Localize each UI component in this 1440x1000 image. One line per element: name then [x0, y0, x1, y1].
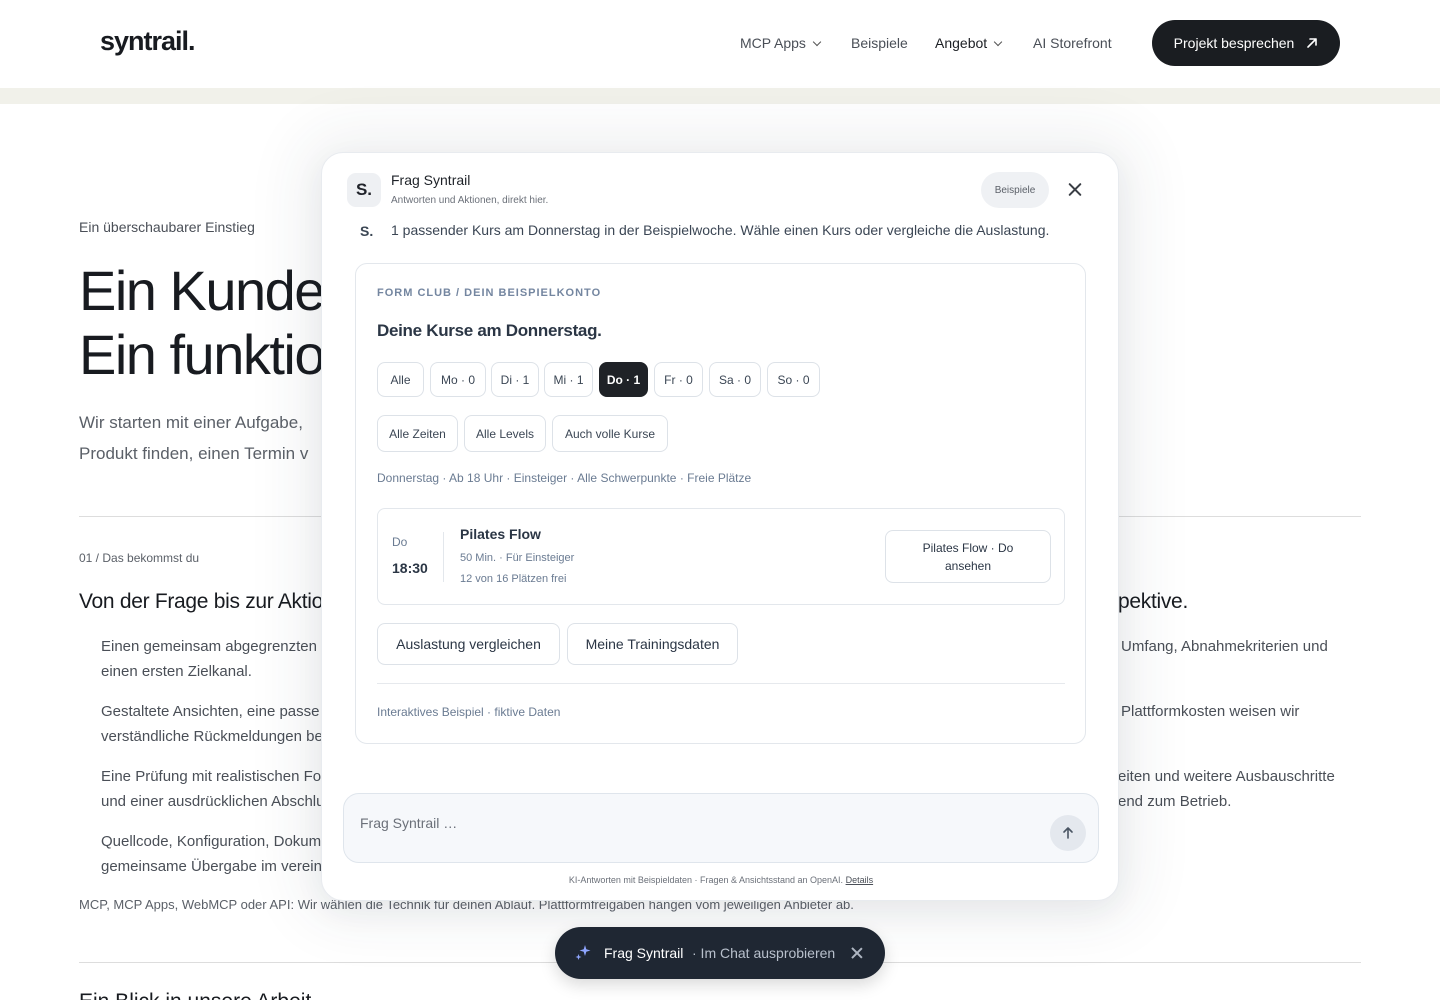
course-availability: 12 von 16 Plätzen frei [460, 573, 567, 585]
course-card: FORM CLUB / DEIN BEISPIELKONTO Deine Kur… [355, 263, 1086, 744]
view-course-button[interactable]: Pilates Flow · Do ansehen [885, 530, 1051, 583]
hero-title-line-2: Ein funktion [79, 323, 355, 386]
compare-occupancy-button[interactable]: Auslastung vergleichen [377, 623, 560, 665]
list-item: eiten und weitere Ausbauschritte [1118, 768, 1335, 785]
filter-summary: Donnerstag · Ab 18 Uhr · Einsteiger · Al… [377, 471, 752, 485]
card-footer: Interaktives Beispiel · fiktive Daten [377, 705, 561, 719]
details-link[interactable]: Details [846, 875, 874, 885]
hero-lead-line-1: Wir starten mit einer Aufgabe, [79, 413, 303, 432]
hero-title-line-1: Ein Kunden [79, 259, 355, 322]
training-data-button[interactable]: Meine Trainingsdaten [567, 623, 738, 665]
divider [443, 532, 444, 582]
sparkle-icon [575, 945, 591, 960]
filter-level[interactable]: Alle Levels [464, 415, 546, 452]
section-heading: Von der Frage bis zur Aktio [79, 590, 324, 613]
day-chip-alle[interactable]: Alle [377, 362, 424, 397]
list-item: Gestaltete Ansichten, eine passe [101, 703, 320, 720]
list-item: Umfang, Abnahmekriterien und [1121, 638, 1328, 655]
day-chip-fr[interactable]: Fr · 0 [654, 362, 703, 397]
list-item: Einen gemeinsam abgegrenzten [101, 638, 317, 655]
card-eyebrow: FORM CLUB / DEIN BEISPIELKONTO [377, 287, 602, 299]
list-item: end zum Betrieb. [1118, 793, 1232, 810]
list-item: Eine Prüfung mit realistischen Fo [101, 768, 322, 785]
card-title: Deine Kurse am Donnerstag. [377, 321, 602, 340]
list-item: gemeinsame Übergabe im verein [101, 858, 322, 875]
assistant-message: 1 passender Kurs am Donnerstag in der Be… [391, 222, 1050, 238]
arrow-up-icon [1063, 827, 1073, 839]
section-number: 01 / Das bekommst du [79, 551, 200, 565]
day-chip-sa[interactable]: Sa · 0 [709, 362, 761, 397]
pill-title: Frag Syntrail [604, 945, 684, 961]
filter-time[interactable]: Alle Zeiten [377, 415, 458, 452]
list-item: Quellcode, Konfiguration, Dokum [101, 833, 322, 850]
day-chip-so[interactable]: So · 0 [767, 362, 820, 397]
chat-launcher-pill[interactable]: Frag Syntrail · Im Chat ausprobieren [555, 927, 885, 979]
chat-input-box [343, 793, 1099, 863]
ai-disclaimer: KI-Antworten mit Beispieldaten · Fragen … [322, 875, 1118, 885]
hero-eyebrow: Ein überschaubarer Einstieg [79, 219, 255, 235]
day-chip-mi[interactable]: Mi · 1 [544, 362, 593, 397]
course-meta: 50 Min. · Für Einsteiger [460, 552, 575, 564]
chat-input[interactable] [360, 812, 1020, 834]
day-chip-mo[interactable]: Mo · 0 [430, 362, 486, 397]
section-heading-right: pektive. [1118, 590, 1188, 613]
list-item: einen ersten Zielkanal. [101, 663, 252, 680]
course-time: 18:30 [392, 560, 428, 576]
send-button[interactable] [1050, 815, 1086, 851]
day-chip-di[interactable]: Di · 1 [491, 362, 539, 397]
close-icon[interactable] [850, 946, 864, 960]
next-section-heading: Ein Blick in unsere Arbeit [79, 990, 311, 1000]
course-name: Pilates Flow [460, 526, 541, 542]
message-avatar: S. [360, 223, 374, 239]
pill-subtitle: · Im Chat ausprobieren [692, 945, 836, 961]
list-item: und einer ausdrücklichen Abschlu [101, 793, 325, 810]
chat-subtitle: Antworten und Aktionen, direkt hier. [391, 195, 549, 206]
hero-lead-line-2: Produkt finden, einen Termin v [79, 444, 309, 463]
course-day: Do [392, 535, 408, 549]
divider [377, 683, 1065, 684]
list-item: Plattformkosten weisen wir [1121, 703, 1300, 720]
close-icon[interactable] [1065, 180, 1085, 200]
course-row: Do 18:30 Pilates Flow 50 Min. · Für Eins… [377, 508, 1065, 605]
filter-full-courses[interactable]: Auch volle Kurse [552, 415, 668, 452]
examples-button[interactable]: Beispiele [981, 172, 1049, 208]
chat-dialog: S. Frag Syntrail Antworten und Aktionen,… [321, 152, 1119, 901]
chat-title: Frag Syntrail [391, 172, 471, 188]
disclaimer-text: KI-Antworten mit Beispieldaten · Fragen … [568, 875, 844, 885]
assistant-avatar: S. [347, 173, 381, 207]
list-item: verständliche Rückmeldungen be [101, 728, 323, 745]
day-chip-do[interactable]: Do · 1 [599, 362, 648, 397]
